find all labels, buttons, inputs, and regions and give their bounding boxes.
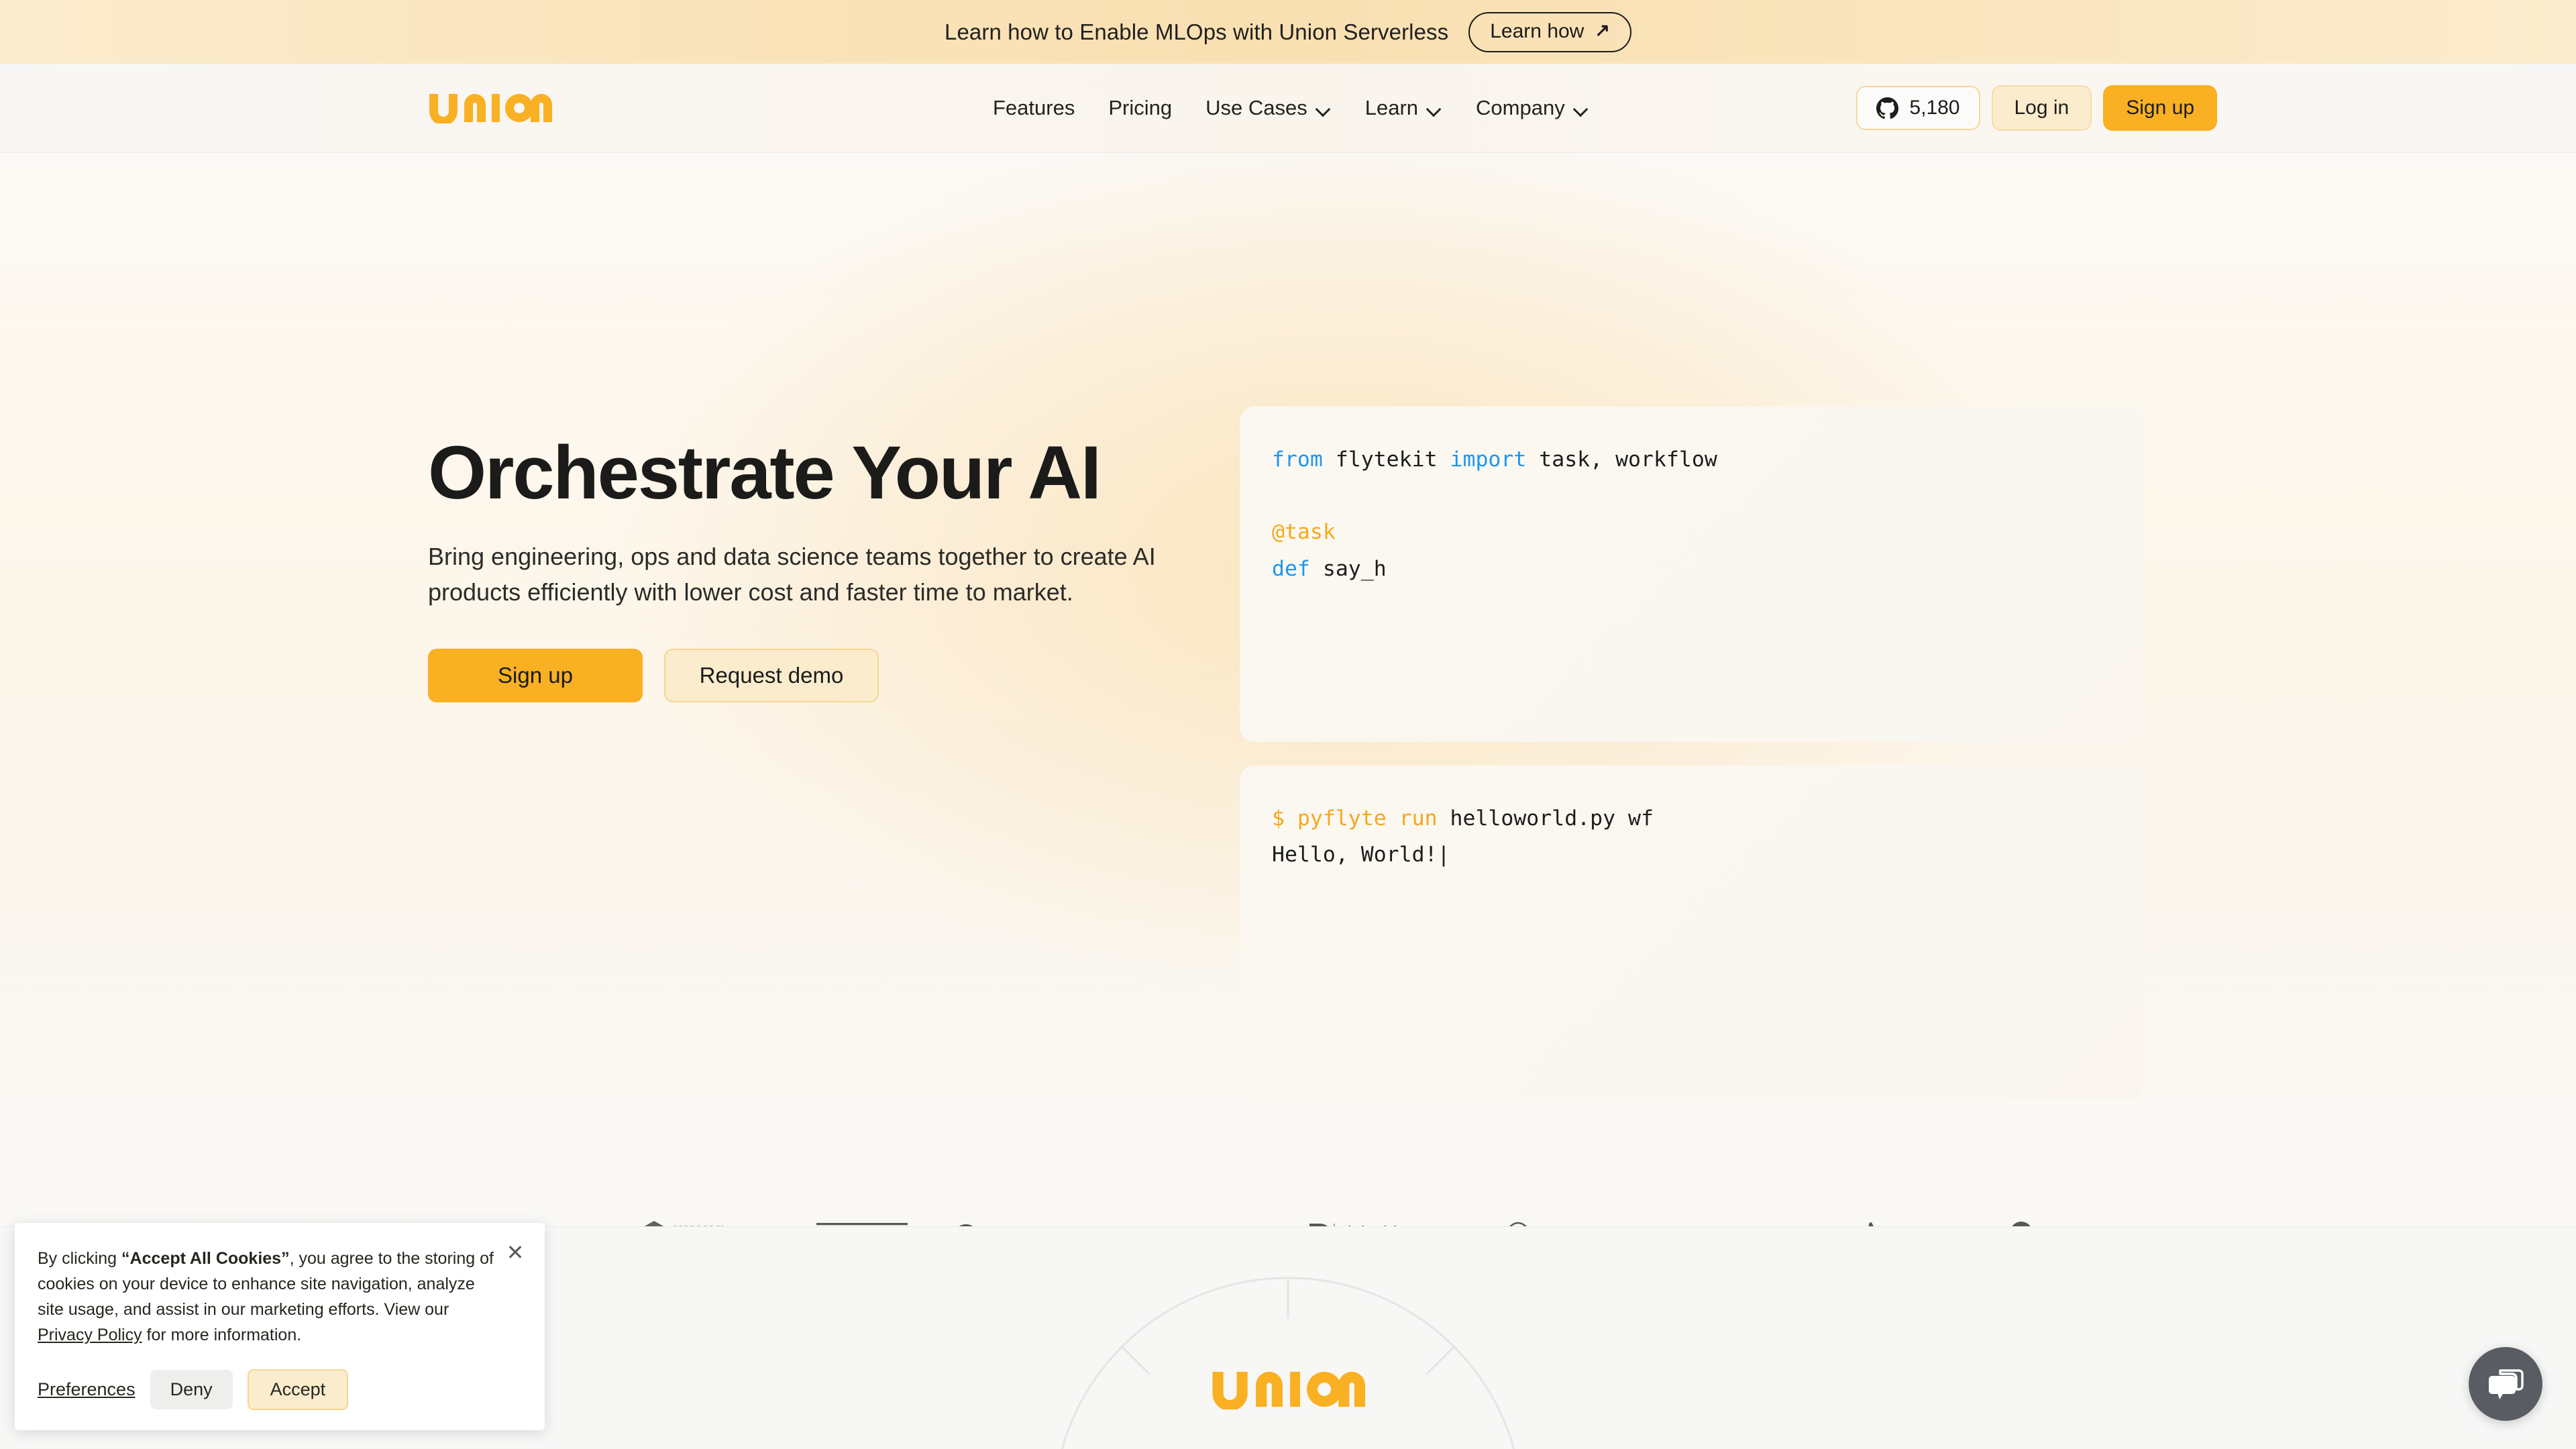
cookie-intro: By clicking [38, 1249, 122, 1268]
chat-bubbles-icon [2489, 1369, 2524, 1399]
github-stars-button[interactable]: 5,180 [1856, 86, 1980, 130]
primary-nav: Features Pricing Use Cases Learn Company [976, 96, 1606, 120]
arrow-up-right-icon: ↗ [1595, 20, 1610, 40]
cookie-tail: for more information. [142, 1326, 302, 1344]
code-function-name: say_h [1322, 556, 1387, 581]
promo-learn-how-button[interactable]: Learn how ↗ [1468, 11, 1631, 52]
nav-item-learn[interactable]: Learn [1348, 96, 1459, 120]
page-title: Orchestrate Your AI [428, 431, 1102, 515]
hero-content: Orchestrate Your AI Bring engineering, o… [428, 431, 1199, 703]
union-logo[interactable] [428, 93, 552, 123]
code-sample: from flytekit import task, workflow @tas… [1272, 441, 1717, 587]
cookie-actions: Preferences Deny Accept [38, 1369, 522, 1410]
code-keyword-def: def [1272, 556, 1323, 581]
nav-label: Pricing [1108, 96, 1173, 119]
promo-banner-text: Learn how to Enable MLOps with Union Ser… [945, 19, 1449, 44]
code-sample-panel: from flytekit import task, workflow @tas… [1240, 407, 2144, 742]
chat-widget-button[interactable] [2469, 1347, 2542, 1421]
terminal-command-args: helloworld.py wf [1450, 806, 1654, 830]
close-icon[interactable]: ✕ [503, 1240, 527, 1265]
promo-learn-how-label: Learn how [1490, 19, 1585, 42]
terminal-result: Hello, World! [1272, 843, 1438, 867]
code-keyword-import: import [1450, 447, 1540, 472]
terminal-output: $ pyflyte run helloworld.py wf Hello, Wo… [1272, 800, 1654, 873]
code-module-flytekit: flytekit [1335, 447, 1450, 472]
nav-item-company[interactable]: Company [1459, 96, 1606, 120]
cookie-consent-banner: ✕ By clicking “Accept All Cookies”, you … [15, 1223, 545, 1430]
chevron-down-icon [1317, 104, 1332, 113]
terminal-panel: $ pyflyte run helloworld.py wf Hello, Wo… [1240, 765, 2144, 1099]
union-watermark [1211, 1369, 1365, 1413]
cookie-preferences-link[interactable]: Preferences [38, 1379, 136, 1400]
cookie-bold-phrase: “Accept All Cookies” [121, 1249, 290, 1268]
code-imports: task, workflow [1539, 447, 1717, 472]
github-icon [1876, 97, 1899, 119]
site-header: Features Pricing Use Cases Learn Company [0, 64, 2576, 153]
login-button[interactable]: Log in [1991, 85, 2092, 131]
hero-cta-group: Sign up Request demo [428, 649, 1199, 703]
nav-item-features[interactable]: Features [976, 96, 1091, 120]
code-keyword-from: from [1272, 447, 1336, 472]
nav-item-use-cases[interactable]: Use Cases [1189, 96, 1348, 120]
hero-signup-button[interactable]: Sign up [428, 649, 643, 703]
cookie-accept-button[interactable]: Accept [247, 1369, 349, 1410]
hero-request-demo-button[interactable]: Request demo [664, 649, 879, 703]
header-actions: 5,180 Log in Sign up [1856, 85, 2217, 131]
github-star-count: 5,180 [1909, 97, 1960, 119]
terminal-cursor: | [1437, 843, 1450, 867]
hero-subheading: Bring engineering, ops and data science … [428, 543, 1156, 606]
privacy-policy-link[interactable]: Privacy Policy [38, 1326, 142, 1344]
promo-banner: Learn how to Enable MLOps with Union Ser… [0, 0, 2576, 64]
cookie-consent-text: By clicking “Accept All Cookies”, you ag… [38, 1246, 522, 1348]
code-decorator-task: @task [1272, 520, 1336, 545]
header-signup-button[interactable]: Sign up [2103, 85, 2217, 131]
nav-label: Features [993, 96, 1075, 119]
chevron-down-icon [1574, 104, 1589, 113]
nav-label: Use Cases [1205, 96, 1307, 119]
nav-label: Company [1476, 96, 1565, 119]
nav-label: Learn [1364, 96, 1419, 119]
hero-section: Orchestrate Your AI Bring engineering, o… [0, 153, 2576, 1250]
terminal-command-prompt: $ pyflyte run [1272, 806, 1450, 830]
chevron-down-icon [1428, 104, 1442, 113]
cookie-deny-button[interactable]: Deny [150, 1370, 233, 1409]
nav-item-pricing[interactable]: Pricing [1091, 96, 1189, 120]
page-root: Learn how to Enable MLOps with Union Ser… [0, 0, 2576, 1449]
dial-decoration [1061, 1277, 1515, 1449]
